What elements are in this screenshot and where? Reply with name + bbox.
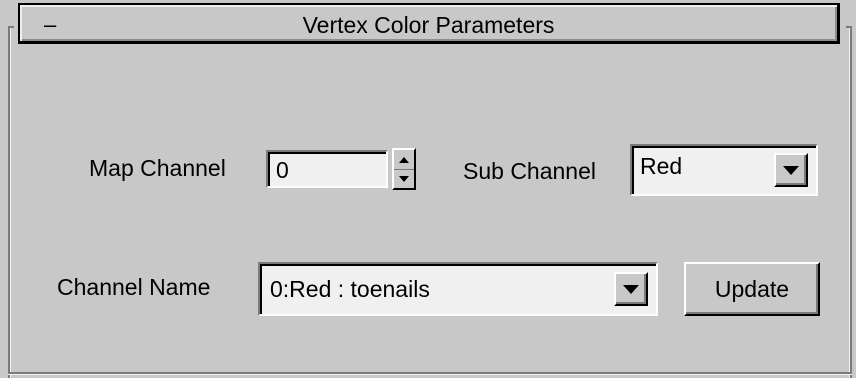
chevron-down-icon bbox=[623, 284, 639, 294]
spinner-up-button[interactable] bbox=[394, 150, 414, 170]
channel-name-label: Channel Name bbox=[57, 274, 211, 300]
frame-bottom-highlight bbox=[8, 374, 852, 375]
vertex-color-parameters-panel: – Vertex Color Parameters Map Channel 0 … bbox=[0, 0, 856, 378]
chevron-down-icon bbox=[783, 165, 799, 175]
spinner-down-button[interactable] bbox=[394, 169, 414, 188]
map-channel-spinner[interactable] bbox=[392, 148, 416, 190]
frame-corner-left bbox=[8, 26, 14, 28]
frame-left-highlight bbox=[10, 26, 11, 378]
sub-channel-selected: Red bbox=[640, 153, 683, 179]
rollout-title: Vertex Color Parameters bbox=[302, 12, 555, 38]
triangle-down-icon bbox=[399, 175, 409, 182]
channel-name-dropdown[interactable]: 0:Red : toenails bbox=[258, 262, 658, 316]
map-channel-input[interactable]: 0 bbox=[266, 150, 388, 188]
sub-channel-label: Sub Channel bbox=[463, 158, 596, 184]
frame-right-edge bbox=[850, 26, 852, 378]
rollout-title-bar[interactable]: – Vertex Color Parameters bbox=[18, 3, 840, 44]
map-channel-label: Map Channel bbox=[89, 155, 226, 181]
sub-channel-dropdown[interactable]: Red bbox=[630, 144, 818, 196]
frame-corner-right bbox=[846, 26, 852, 28]
triangle-up-icon bbox=[399, 156, 409, 163]
update-button[interactable]: Update bbox=[684, 262, 820, 316]
frame-right-highlight bbox=[849, 26, 850, 378]
channel-name-dropdown-button[interactable] bbox=[614, 272, 648, 306]
sub-channel-dropdown-button[interactable] bbox=[774, 153, 808, 187]
channel-name-selected: 0:Red : toenails bbox=[270, 276, 430, 302]
map-channel-value: 0 bbox=[276, 157, 289, 183]
